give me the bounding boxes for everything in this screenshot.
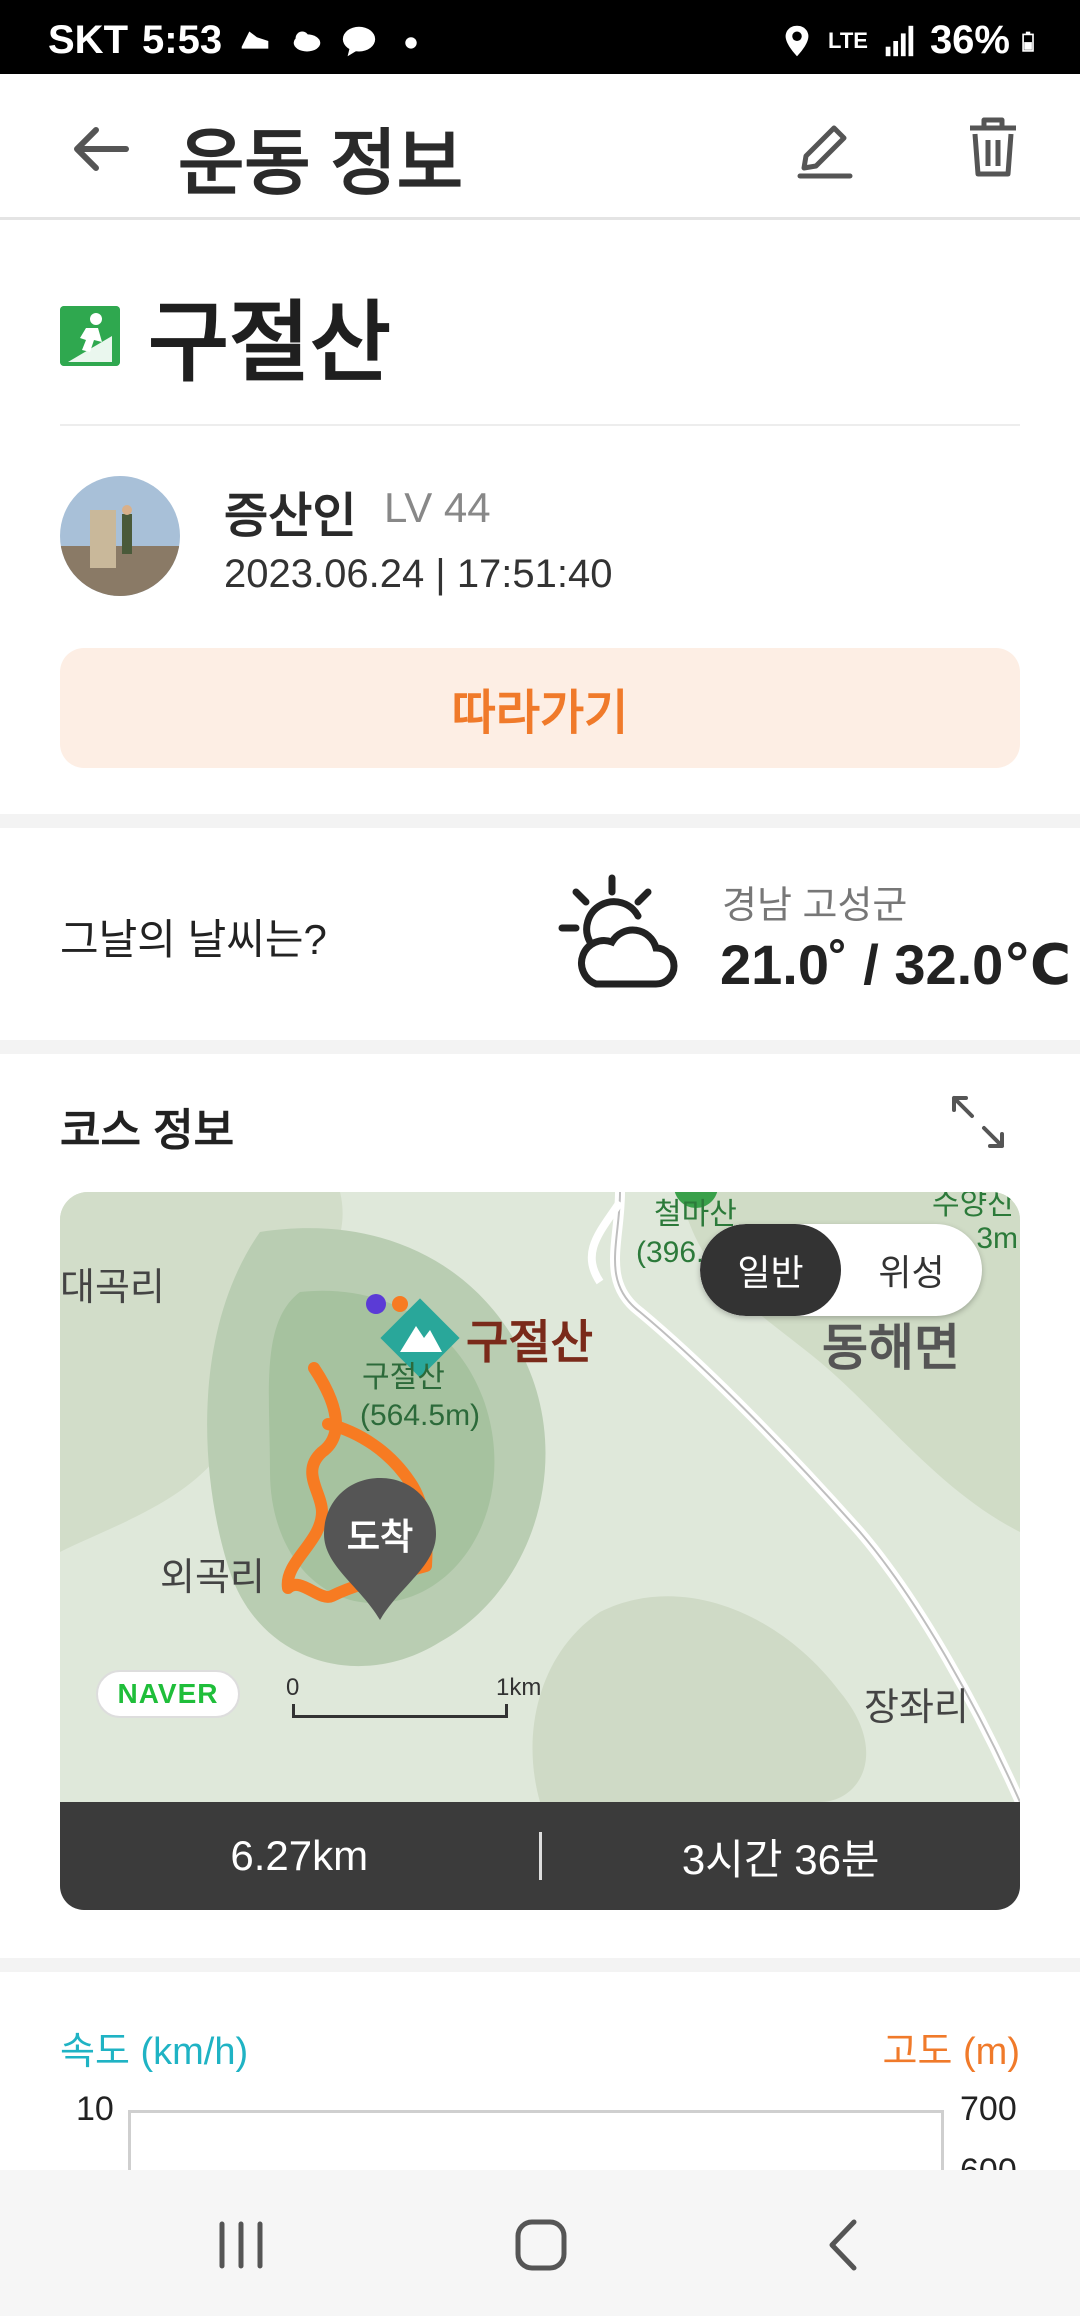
recent-apps-icon[interactable] <box>206 2210 276 2280</box>
battery-icon <box>1022 31 1034 52</box>
carrier-label: SKT <box>48 18 128 62</box>
battery-percent: 36% <box>929 18 1010 62</box>
section-gap <box>0 1958 1080 1972</box>
scale-end: 1km <box>496 1674 542 1701</box>
course-section-title: 코스 정보 <box>60 1106 235 1155</box>
cloud-icon <box>293 31 321 51</box>
chart-plot-area <box>128 2110 944 2170</box>
scale-start: 0 <box>286 1674 300 1701</box>
map-type-toggle: 일반 위성 <box>700 1224 982 1316</box>
app-bar: 운동 정보 <box>0 74 1080 220</box>
trash-icon[interactable] <box>958 112 1028 182</box>
map-label-peak-small: 구절산 <box>362 1361 445 1394</box>
map-label-village: 외곡리 <box>160 1557 265 1599</box>
section-gap <box>0 814 1080 828</box>
hiking-icon <box>60 305 120 366</box>
arrival-marker-label: 도착 <box>346 1516 414 1557</box>
follow-button[interactable]: 따라가기 <box>60 648 1020 768</box>
chart-altitude-label: 고도 (m) <box>882 2031 1020 2073</box>
map-label-peak-ne: 수양산 <box>932 1192 1015 1221</box>
clock: 5:53 <box>142 18 223 62</box>
home-icon[interactable] <box>506 2210 576 2280</box>
edit-pencil-icon[interactable] <box>790 114 860 184</box>
map-type-general[interactable]: 일반 <box>700 1224 841 1316</box>
course-map[interactable]: 대곡리 외곡리 동해면 장좌리 구절산 구절산 (564.5m) 철마산 (39… <box>60 1192 1020 1802</box>
course-distance: 6.27km <box>230 1832 369 1879</box>
dot-icon <box>405 36 417 49</box>
weather-question: 그날의 날씨는? <box>60 916 327 963</box>
partly-cloudy-icon <box>558 874 678 988</box>
map-label-village: 장좌리 <box>864 1687 969 1729</box>
map-label-village: 대곡리 <box>60 1267 165 1309</box>
location-icon <box>785 25 809 56</box>
chart-speed-tick: 10 <box>76 2090 114 2128</box>
status-bar: SKT 5:53 LTE 36% <box>0 0 1080 74</box>
mountain-name: 구절산 <box>148 293 391 392</box>
course-duration: 3시간 36분 <box>681 1835 880 1883</box>
network-type: LTE <box>828 27 868 53</box>
back-nav-icon[interactable] <box>810 2210 880 2280</box>
shoe-icon <box>241 31 269 49</box>
expand-icon[interactable] <box>948 1092 1008 1152</box>
map-label-district: 동해면 <box>822 1320 960 1376</box>
map-label-peak-north-height: (396. <box>636 1236 705 1269</box>
avatar[interactable] <box>60 476 180 596</box>
course-stats: 6.27km 3시간 36분 <box>60 1802 1020 1910</box>
map-label-peak-north: 철마산 <box>654 1198 737 1231</box>
signal-icon <box>885 25 914 56</box>
chart-altitude-tick: 700 <box>960 2090 1017 2128</box>
back-arrow-icon[interactable] <box>66 114 136 184</box>
activity-header: 구절산 <box>60 272 391 399</box>
page-title: 운동 정보 <box>178 124 463 204</box>
map-type-satellite[interactable]: 위성 <box>841 1224 982 1316</box>
weather-temperature: 21.0˚ / 32.0℃ <box>720 933 1072 996</box>
activity-datetime: 2023.06.24 | 17:51:40 <box>224 552 613 596</box>
map-label-peak: 구절산 <box>466 1316 593 1368</box>
chart-speed-label: 속도 (km/h) <box>60 2031 249 2073</box>
talk-icon <box>342 26 376 56</box>
user-name[interactable]: 증산인 <box>224 476 356 546</box>
user-level: LV 44 <box>384 484 491 531</box>
map-label-peak-height: (564.5m) <box>360 1399 481 1432</box>
naver-logo: NAVER <box>96 1670 240 1718</box>
weather-location: 경남 고성군 <box>722 885 908 927</box>
section-gap <box>0 1040 1080 1054</box>
system-nav-bar <box>0 2170 1080 2316</box>
divider <box>60 424 1020 426</box>
map-scale-bar <box>292 1704 508 1718</box>
